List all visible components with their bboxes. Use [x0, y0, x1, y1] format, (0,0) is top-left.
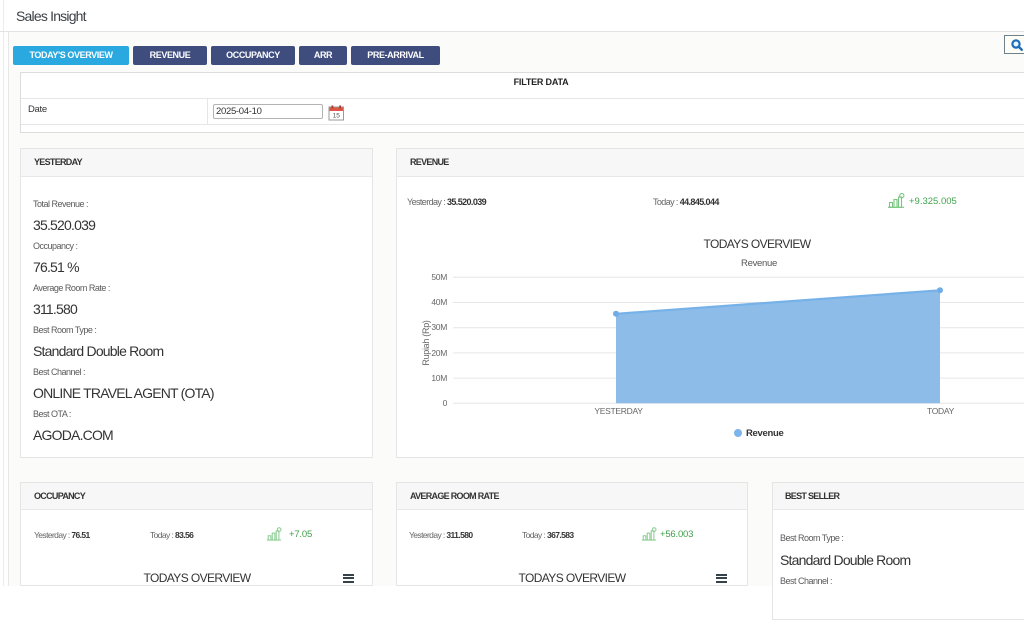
svg-text:15: 15 — [333, 113, 341, 120]
